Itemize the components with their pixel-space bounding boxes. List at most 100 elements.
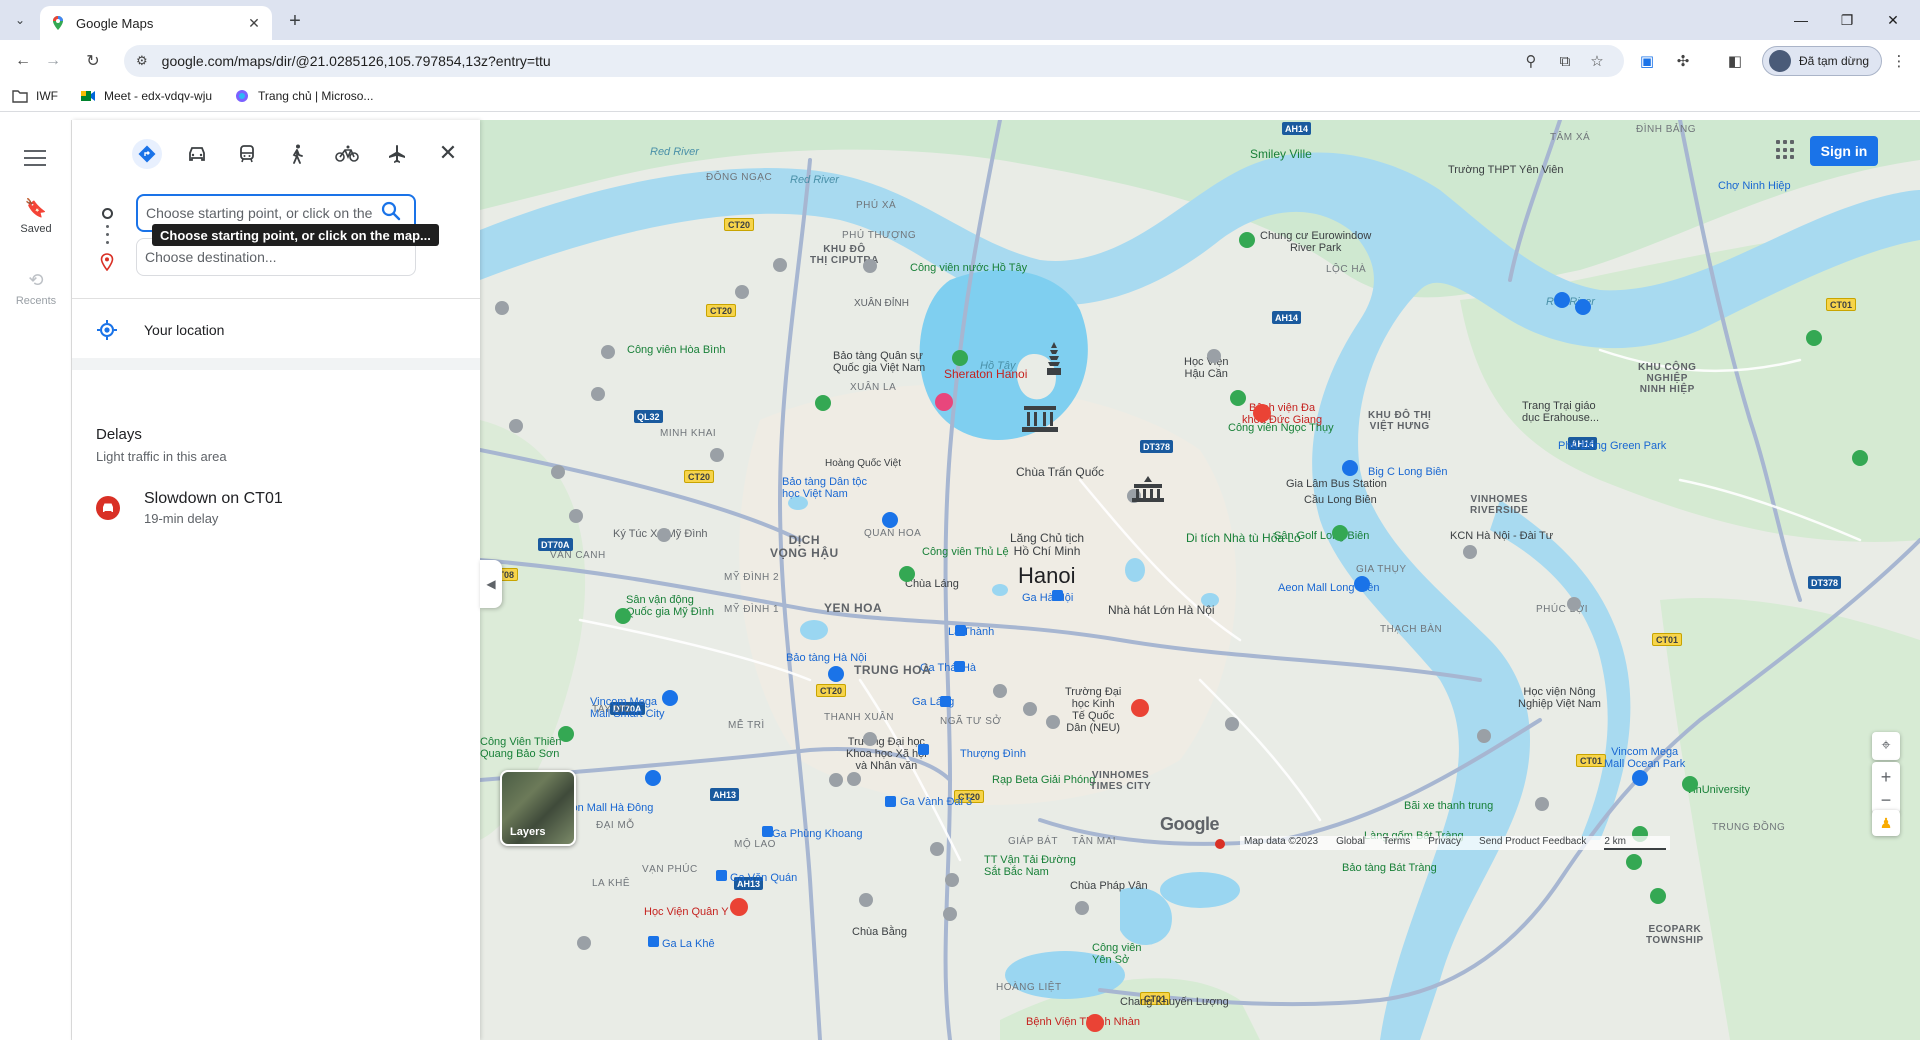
map-data-text: Map data ©2023: [1244, 836, 1319, 847]
bookmark-iwf[interactable]: IWF: [12, 89, 58, 103]
bookmark-label: Trang chủ | Microso...: [258, 88, 374, 103]
street-view-pegman-icon[interactable]: ♟: [1872, 810, 1900, 836]
directions-panel: ✕ Choose starting point, or click on the…: [72, 120, 480, 1040]
forward-button[interactable]: →: [40, 48, 66, 74]
browser-tab[interactable]: Google Maps ✕: [40, 6, 272, 40]
best-route-icon: [132, 139, 162, 169]
location-icon[interactable]: ⚲: [1522, 52, 1540, 70]
bookmark-meet[interactable]: Meet - edx-vdqv-wju: [80, 89, 212, 103]
traffic-car-icon: [96, 496, 120, 520]
section-separator: [72, 358, 480, 370]
chua-tran-quoc-landmark-icon: [1044, 342, 1064, 376]
collapse-panel-button[interactable]: ◀: [480, 560, 502, 608]
google-maps-favicon-icon: [53, 16, 63, 30]
privacy-link[interactable]: Privacy: [1428, 836, 1461, 850]
park-pin-icon: [558, 232, 1868, 904]
microsoft-icon: [236, 89, 249, 102]
google-apps-icon[interactable]: [1776, 140, 1796, 160]
rail-recents-label: Recents: [15, 295, 57, 307]
new-tab-button[interactable]: +: [282, 8, 308, 34]
route-dots-icon: [106, 225, 109, 249]
map-canvas[interactable]: CT20 CT20 CT20 CT20 CT20 CT01 CT01 CT08 …: [480, 120, 1920, 1040]
meet-icon: [81, 90, 95, 101]
reload-button[interactable]: ↻: [80, 48, 106, 74]
your-location-option[interactable]: Your location: [72, 302, 480, 358]
tab-title: Google Maps: [76, 15, 154, 31]
delays-heading: Delays: [96, 426, 142, 443]
minimize-window-button[interactable]: —: [1778, 0, 1824, 40]
start-point-icon: [102, 208, 113, 219]
extension-translate-icon[interactable]: ▣: [1636, 50, 1658, 72]
profile-button[interactable]: Đã tạm dừng: [1762, 46, 1882, 76]
history-icon: ⟲: [28, 270, 44, 290]
bookmarks-bar: IWF Meet - edx-vdqv-wju Trang chủ | Micr…: [0, 80, 1920, 112]
feedback-link[interactable]: Send Product Feedback: [1479, 836, 1586, 850]
zoom-controls: + −: [1872, 762, 1900, 814]
extensions-puzzle-icon[interactable]: ✣: [1672, 50, 1694, 72]
restore-window-button[interactable]: ❐: [1824, 0, 1870, 40]
my-location-button[interactable]: ⌖: [1872, 732, 1900, 760]
address-url[interactable]: google.com/maps/dir/@21.0285126,105.7978…: [162, 53, 551, 69]
install-app-icon[interactable]: ⧉: [1556, 52, 1574, 70]
map-attribution: Map data ©2023 Global Terms Privacy Send…: [1240, 836, 1670, 850]
close-window-button[interactable]: ✕: [1870, 0, 1916, 40]
profile-status: Đã tạm dừng: [1799, 54, 1870, 68]
global-link[interactable]: Global: [1336, 836, 1365, 850]
rail-saved[interactable]: 🔖 Saved: [0, 198, 72, 235]
folder-icon: [12, 89, 28, 103]
slowdown-title: Slowdown on CT01: [144, 490, 283, 507]
slowdown-item[interactable]: Slowdown on CT01 19-min delay: [96, 490, 283, 526]
nha-hat-lon-landmark-icon: [1130, 476, 1166, 502]
bookmark-microsoft[interactable]: Trang chủ | Microso...: [234, 89, 373, 103]
bookmark-label: Meet - edx-vdqv-wju: [104, 88, 213, 103]
layers-label: Layers: [510, 826, 546, 838]
sign-in-button[interactable]: Sign in: [1810, 136, 1878, 166]
transit-icon: [240, 145, 254, 163]
side-panel-icon[interactable]: ◧: [1724, 50, 1746, 72]
tab-close-icon[interactable]: ✕: [246, 15, 262, 32]
close-directions-button[interactable]: ✕: [434, 140, 462, 166]
rail-recents[interactable]: ⟲ Recents: [0, 270, 72, 307]
your-location-label: Your location: [144, 322, 225, 338]
airplane-icon: [389, 145, 405, 163]
mode-driving[interactable]: [172, 134, 222, 174]
car-icon: [189, 147, 205, 161]
delays-subtitle: Light traffic in this area: [96, 449, 227, 464]
hospital-pin-icon: [730, 404, 1271, 1032]
travel-mode-tabs: [122, 134, 422, 174]
divider: [72, 298, 480, 299]
mode-transit[interactable]: [222, 134, 272, 174]
mode-flights[interactable]: [372, 134, 422, 174]
mode-cycling[interactable]: [322, 134, 372, 174]
profile-avatar: [1769, 50, 1791, 72]
zoom-in-button[interactable]: +: [1881, 765, 1892, 789]
tab-search-chevron-icon[interactable]: ⌄: [8, 8, 32, 32]
search-icon[interactable]: [380, 200, 402, 222]
browser-tabstrip: ⌄ Google Maps ✕ + — ❐ ✕: [0, 0, 1920, 40]
bookmark-label: IWF: [36, 88, 58, 103]
back-button[interactable]: ←: [10, 48, 36, 74]
zoom-out-button[interactable]: −: [1881, 789, 1892, 811]
bookmark-star-icon[interactable]: ☆: [1588, 52, 1606, 70]
mode-walking[interactable]: [272, 134, 322, 174]
rail-saved-label: Saved: [20, 223, 52, 235]
maps-left-rail: 🔖 Saved ⟲ Recents: [0, 120, 72, 1040]
menu-hamburger-icon[interactable]: [24, 150, 46, 166]
my-location-icon: [97, 320, 117, 340]
slowdown-delay: 19-min delay: [144, 511, 219, 526]
destination-pin-icon: [100, 253, 114, 271]
layers-button[interactable]: Layers: [500, 770, 576, 846]
bookmark-icon: 🔖: [24, 198, 48, 218]
cycling-icon: [335, 145, 359, 162]
input-tooltip: Choose starting point, or click on the m…: [152, 224, 439, 246]
mode-best-route[interactable]: [122, 134, 172, 174]
site-info-icon[interactable]: ⚙: [136, 53, 148, 69]
address-bar[interactable]: ⚙ google.com/maps/dir/@21.0285126,105.79…: [124, 45, 1624, 77]
scale-bar[interactable]: 2 km: [1604, 836, 1666, 850]
browser-menu-icon[interactable]: ⋮: [1888, 50, 1910, 72]
transit-pin-icon: [648, 590, 1063, 947]
google-logo: Google: [1160, 814, 1220, 834]
terms-link[interactable]: Terms: [1383, 836, 1410, 850]
poi-pins-layer: [495, 232, 1868, 1032]
hotel-pin-icon: [935, 393, 953, 411]
